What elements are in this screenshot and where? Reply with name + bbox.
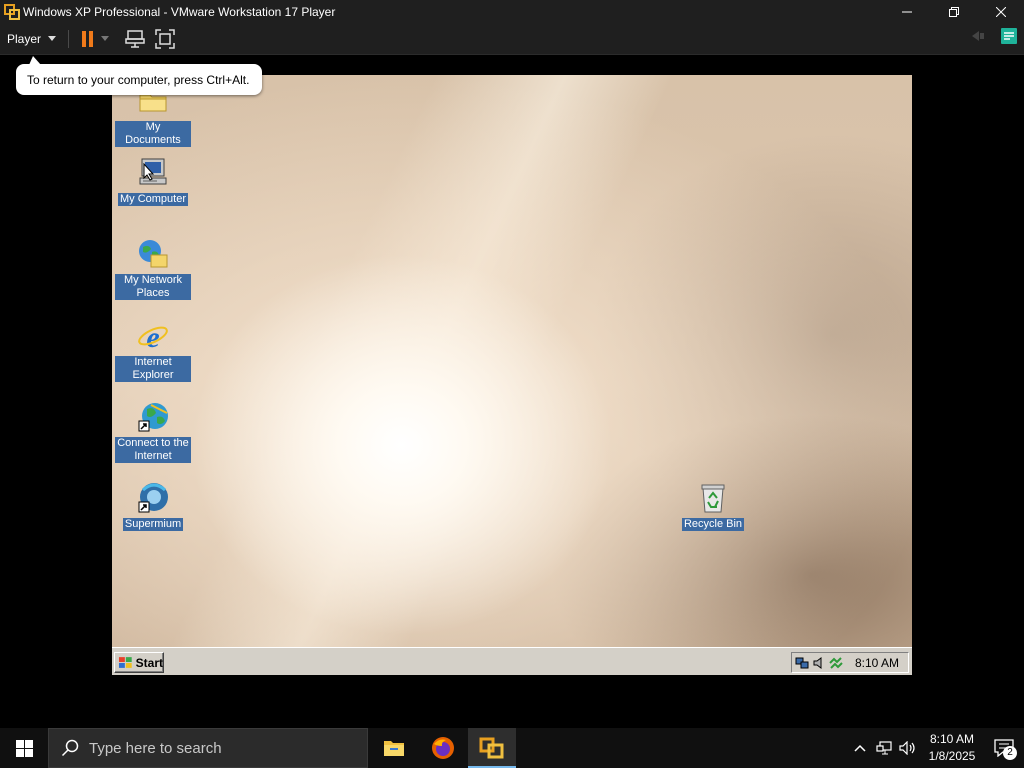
svg-text:e: e [146,321,159,352]
action-center-button[interactable]: 2 [984,728,1024,768]
internet-explorer-icon: e [138,321,168,352]
host-time: 8:10 AM [929,732,975,746]
vmware-app-icon [479,737,504,759]
guest-system-tray: 8:10 AM [791,652,909,673]
connect-internet-icon [138,403,168,432]
desktop-icon-label: Supermium [122,518,184,531]
network-icon [876,741,892,755]
start-button[interactable]: Start [114,652,164,673]
player-menu-button[interactable]: Player [7,27,57,51]
guest-clock: 8:10 AM [854,655,899,670]
release-input-tooltip: To return to your computer, press Ctrl+A… [16,56,262,95]
host-date: 1/8/2025 [928,749,976,763]
full-screen-icon [155,28,175,49]
player-menu-label: Player [7,31,42,46]
host-clock[interactable]: 8:10 AM 1/8/2025 [920,731,984,765]
restore-button[interactable] [930,0,977,23]
full-screen-button[interactable] [155,27,175,51]
network-tray-button[interactable] [872,728,896,768]
network-places-icon [139,240,168,268]
vmware-app-icon [4,3,20,20]
pause-button[interactable] [82,27,94,51]
message-log-icon[interactable] [1000,27,1018,45]
chevron-up-icon [854,744,866,752]
desktop-icon-internet-explorer[interactable]: e Internet Explorer [115,320,191,382]
unity-icon[interactable] [970,29,986,43]
guest-taskbar: Start 8:10 AM [112,647,912,675]
firefox-icon [432,737,454,759]
minimize-button[interactable] [883,0,930,23]
chevron-down-icon [48,36,57,41]
windows-logo-icon [118,656,132,668]
taskbar-vmware-player[interactable] [468,728,516,768]
vmware-tools-icon[interactable] [829,656,843,670]
desktop-icon-label: Internet Explorer [115,356,191,382]
power-options-dropdown-icon[interactable] [101,36,110,41]
tooltip-text: To return to your computer, press Ctrl+A… [27,72,250,87]
mouse-cursor-icon [143,163,155,181]
close-icon [995,6,1006,17]
pause-icon-bar [89,30,94,47]
network-connection-icon[interactable] [795,656,809,670]
minimize-icon [901,11,912,12]
send-ctrl-alt-del-button[interactable] [125,27,145,51]
desktop-icon-supermium[interactable]: Supermium [115,482,191,531]
search-icon [61,739,79,757]
send-ctrl-alt-del-icon [125,29,145,48]
volume-icon[interactable] [812,656,826,670]
desktop-icon-recycle-bin[interactable]: Recycle Bin [675,482,751,531]
close-button[interactable] [977,0,1024,23]
show-hidden-icons-button[interactable] [848,728,872,768]
file-explorer-icon [384,741,404,756]
host-system-tray: 8:10 AM 1/8/2025 2 [848,728,1024,768]
notification-count-badge: 2 [1003,746,1017,760]
speaker-icon [899,741,915,755]
windows-start-button[interactable] [0,728,48,768]
search-placeholder: Type here to search [89,739,222,757]
desktop-icon-my-network-places[interactable]: My Network Places [115,238,191,300]
desktop-icon-connect-to-the-internet[interactable]: Connect to the Internet [115,401,191,463]
restore-icon [948,6,959,17]
taskbar-search-box[interactable]: Type here to search [48,728,368,768]
desktop-icon-label: My Documents [115,121,191,147]
supermium-icon [138,483,168,513]
taskbar-firefox[interactable] [419,728,467,768]
host-taskbar: Type here to search 8:10 AM 1/8/2025 2 [0,728,1024,768]
vmware-title-bar: Windows XP Professional - VMware Worksta… [0,0,1024,23]
desktop-icon-label: My Computer [117,193,189,206]
window-title: Windows XP Professional - VMware Worksta… [23,4,336,19]
desktop-icon-label: Connect to the Internet [115,437,191,463]
start-label: Start [135,655,163,670]
desktop-icon-label: Recycle Bin [681,518,745,531]
toolbar-divider [68,29,70,48]
volume-tray-button[interactable] [896,728,920,768]
vmware-toolbar: Player [0,23,1024,55]
desktop-icon-label: My Network Places [115,274,191,300]
taskbar-file-explorer[interactable] [370,728,418,768]
guest-screen[interactable]: My Documents My Computer My Network Plac… [112,75,912,675]
recycle-bin-icon [701,484,725,513]
pause-icon-bar [82,30,87,47]
windows-logo-icon [15,739,33,757]
